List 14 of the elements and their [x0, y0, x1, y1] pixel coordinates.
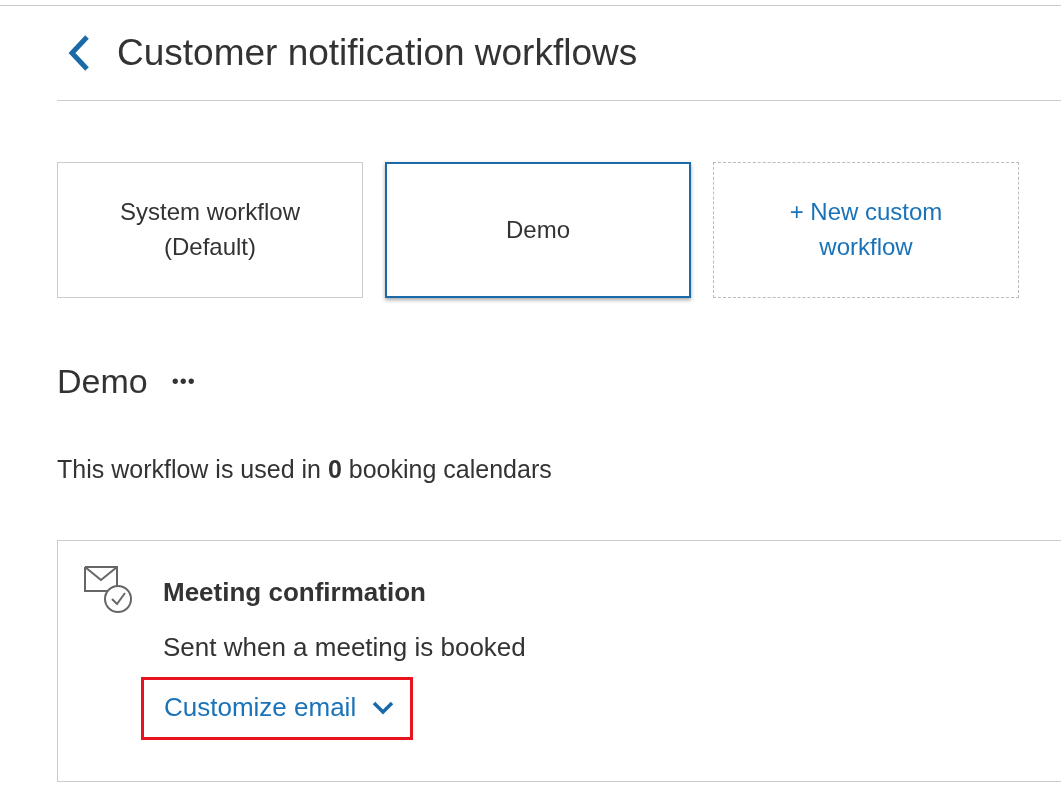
workflow-name: Demo: [57, 362, 148, 401]
back-button[interactable]: [67, 34, 91, 72]
chevron-down-icon: [372, 700, 395, 715]
notification-description: Sent when a meeting is booked: [163, 632, 526, 663]
usage-text: This workflow is used in 0 booking calendars: [57, 455, 553, 484]
mail-check-icon: [83, 565, 133, 615]
workflow-tab[interactable]: System workflow (Default): [57, 162, 363, 298]
workflow-tab[interactable]: Demo: [385, 162, 691, 298]
more-options-button[interactable]: •••: [171, 370, 196, 393]
new-workflow-button[interactable]: + New custom workflow: [713, 162, 1019, 298]
notification-title: Meeting confirmation: [163, 577, 427, 608]
back-chevron-icon: [67, 34, 91, 72]
customize-email-link[interactable]: Customize email: [141, 677, 414, 740]
page-title: Customer notification workflows: [117, 32, 638, 74]
